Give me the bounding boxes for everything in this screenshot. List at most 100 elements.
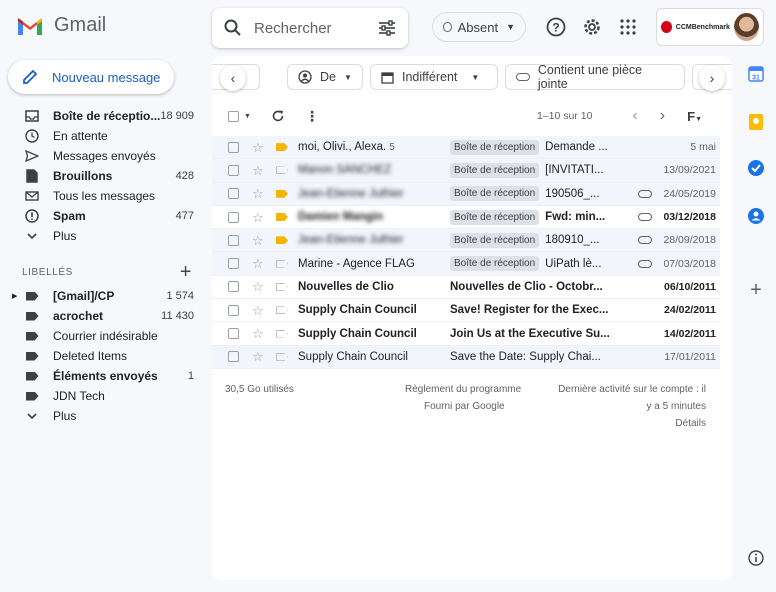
compose-button[interactable]: Nouveau message [8,60,174,94]
label-item-4[interactable]: Éléments envoyés 1 [0,366,204,386]
email-row[interactable]: ☆ Nouvelles de Clio Nouvelles de Clio - Oc… [212,275,720,300]
email-row[interactable]: ☆ Supply Chain Council Save! Register for … [212,299,720,323]
details-link[interactable]: Détails [675,418,706,429]
inbox-label-badge[interactable]: Boîte de réception [450,186,540,202]
important-marker-icon[interactable] [276,189,288,198]
row-checkbox[interactable] [228,141,239,153]
newer-chevron-icon[interactable]: ‹ [632,107,637,125]
important-marker-icon[interactable] [276,143,288,152]
inbox-label-badge[interactable]: Boîte de réception [450,162,540,178]
important-marker-icon[interactable] [276,329,288,338]
star-icon[interactable]: ☆ [252,327,266,340]
sidebar-item-0[interactable]: Boîte de réceptio... 18 909 [0,106,204,126]
star-icon[interactable]: ☆ [252,164,266,177]
important-marker-icon[interactable] [276,352,288,361]
star-icon[interactable]: ☆ [252,280,266,293]
filter-date[interactable]: Indifférent ▼ [370,64,498,90]
row-checkbox[interactable] [228,281,239,293]
inbox-label-badge[interactable]: Boîte de réception [450,209,540,225]
important-marker-icon[interactable] [276,166,288,175]
sidebar-item-4[interactable]: Tous les messages [0,186,204,206]
row-checkbox[interactable] [228,304,239,316]
info-icon[interactable] [746,548,766,568]
avatar[interactable] [733,13,759,41]
tasks-app-icon[interactable] [746,158,766,178]
sidebar-item-label: Boîte de réceptio... [53,109,161,123]
important-marker-icon[interactable] [276,282,288,291]
inbox-label-badge[interactable]: Boîte de réception [450,256,540,272]
sidebar: Boîte de réceptio... 18 909 En attente Mess… [0,106,204,426]
important-marker-icon[interactable] [276,213,288,222]
sidebar-item-2[interactable]: Messages envoyés [0,146,204,166]
row-checkbox[interactable] [228,328,239,340]
help-icon[interactable]: ? [545,16,567,38]
star-icon[interactable]: ☆ [252,304,266,317]
keep-app-icon[interactable] [746,112,766,132]
account-switcher[interactable]: CCMBenchmark [656,8,764,46]
filter-attachment[interactable]: Contient une pièce jointe [505,63,685,91]
star-icon[interactable]: ☆ [252,211,266,224]
label-item-0[interactable]: ▶ [Gmail]/CP 1 574 [0,286,204,306]
input-tools-icon[interactable]: F▼ [687,109,702,124]
contacts-app-icon[interactable] [746,206,766,226]
label-item-2[interactable]: Courrier indésirable [0,326,204,346]
email-row[interactable]: ☆ Supply Chain Council Save the Date: Supp… [212,345,720,369]
email-row[interactable]: ☆ Jean-Etienne Juthier Boîte de réception 1… [212,229,720,253]
expand-arrow-icon[interactable]: ▶ [12,292,24,300]
search-bar[interactable] [212,8,408,48]
label-item-3[interactable]: Deleted Items [0,346,204,366]
email-row[interactable]: ☆ moi, Olivi., Alexa. 5 Boîte de réception D… [212,136,720,160]
search-icon[interactable] [224,19,242,37]
star-icon[interactable]: ☆ [252,141,266,154]
settings-gear-icon[interactable] [581,16,603,38]
star-icon[interactable]: ☆ [252,234,266,247]
select-caret-icon[interactable]: ▼ [244,113,251,120]
calendar-app-icon[interactable]: 31 [746,64,766,84]
row-checkbox[interactable] [228,211,239,223]
select-all-checkbox[interactable] [228,110,239,122]
star-icon[interactable]: ☆ [252,187,266,200]
email-row[interactable]: ☆ Damien Mangin Boîte de réception Fwd: min… [212,205,720,230]
filter-from[interactable]: De ▼ [287,64,363,90]
row-checkbox[interactable] [228,258,239,270]
apps-grid-icon[interactable] [617,16,639,38]
filter-options-icon[interactable] [378,20,396,36]
older-chevron-icon[interactable]: › [660,107,665,125]
gmail-logo[interactable]: Gmail [16,14,106,37]
sidebar-item-label: Spam [53,209,86,223]
row-checkbox[interactable] [228,234,239,246]
refresh-icon[interactable] [271,109,285,123]
email-row[interactable]: ☆ Marine - Agence FLAG Boîte de réception U… [212,252,720,276]
add-label-icon[interactable]: + [180,261,192,284]
important-marker-icon[interactable] [276,236,288,245]
email-row[interactable]: ☆ Supply Chain Council Join Us at the Exec… [212,322,720,346]
sidebar-item-1[interactable]: En attente [0,126,204,146]
sidebar-item-5[interactable]: Spam 477 [0,206,204,226]
add-addon-icon[interactable]: + [746,279,766,301]
label-item-label: [Gmail]/CP [53,289,115,303]
status-dropdown[interactable]: Absent ▼ [432,12,526,42]
label-item-5[interactable]: JDN Tech [0,386,204,406]
scroll-left-icon[interactable]: ‹ [220,65,246,91]
email-row[interactable]: ☆ Jean-Etienne Juthier Boîte de réception 1… [212,182,720,206]
inbox-label-badge[interactable]: Boîte de réception [450,232,540,248]
program-policies-link[interactable]: Règlement du programme [405,384,521,395]
star-icon[interactable]: ☆ [252,350,266,363]
inbox-label-badge[interactable]: Boîte de réception [450,139,540,155]
row-checkbox[interactable] [228,164,239,176]
search-input[interactable] [254,19,354,37]
label-item-6[interactable]: Plus [0,406,204,426]
sidebar-item-3[interactable]: Brouillons 428 [0,166,204,186]
important-marker-icon[interactable] [276,259,288,268]
storage-usage[interactable]: 30,5 Go utilisés [225,384,294,395]
email-row[interactable]: ☆ Manon SANCHEZ Boîte de réception [INVITAT… [212,159,720,183]
sidebar-item-6[interactable]: Plus [0,226,204,246]
scroll-right-icon[interactable]: › [699,65,725,91]
status-circle-icon [443,22,452,32]
important-marker-icon[interactable] [276,306,288,315]
row-checkbox[interactable] [228,351,239,363]
row-checkbox[interactable] [228,188,239,200]
star-icon[interactable]: ☆ [252,257,266,270]
label-item-1[interactable]: acrochet 11 430 [0,306,204,326]
more-vert-icon[interactable]: ⋮ [305,108,319,125]
